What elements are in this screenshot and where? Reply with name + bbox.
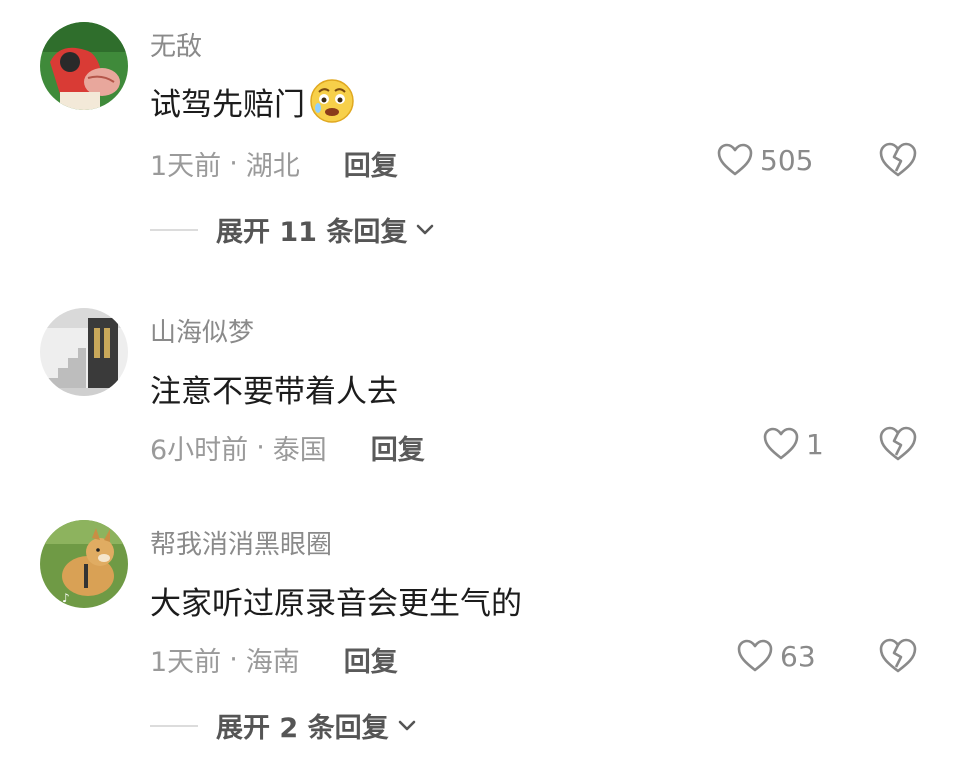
like-count: 63 xyxy=(780,639,816,673)
avatar-image: ♪ xyxy=(40,520,128,608)
reply-button[interactable]: 回复 xyxy=(344,640,398,679)
like-button[interactable]: 1 xyxy=(762,426,824,462)
broken-heart-icon[interactable] xyxy=(878,425,918,463)
heart-outline-icon xyxy=(737,639,773,672)
reply-button[interactable]: 回复 xyxy=(371,428,425,467)
chevron-down-icon xyxy=(398,720,415,730)
avatar[interactable]: ♪ xyxy=(40,520,128,608)
broken-heart-icon[interactable] xyxy=(878,637,918,675)
comment-location: 泰国 xyxy=(272,435,327,466)
expand-replies-button[interactable]: 展开 2 条回复 xyxy=(150,706,417,745)
comment-time: 1天前 xyxy=(150,647,222,678)
comment-meta: 6小时前 · 泰国 回复 xyxy=(150,428,425,467)
expand-replies-button[interactable]: 展开 11 条回复 xyxy=(150,210,435,249)
avatar[interactable] xyxy=(40,22,128,110)
avatar-image xyxy=(40,308,128,396)
comment-location: 海南 xyxy=(245,647,300,678)
avatar[interactable] xyxy=(40,308,128,396)
expand-replies-label: 展开 2 条回复 xyxy=(216,713,389,744)
comment-text-body: 大家听过原录音会更生气的 xyxy=(150,586,522,622)
comment-location: 湖北 xyxy=(245,151,300,182)
anxious-face-emoji xyxy=(310,79,354,123)
comment-text: 试驾先赔门 xyxy=(150,78,355,124)
avatar-image xyxy=(40,22,128,110)
comment-time: 6小时前 xyxy=(150,435,249,466)
heart-outline-icon xyxy=(763,427,799,460)
comment-text: 注意不要带着人去 xyxy=(150,366,398,411)
svg-text:♪: ♪ xyxy=(62,591,70,605)
comment-text: 大家听过原录音会更生气的 xyxy=(150,578,522,623)
broken-heart-icon[interactable] xyxy=(878,141,918,179)
chevron-down-icon xyxy=(417,224,434,234)
like-count: 505 xyxy=(760,143,814,177)
expand-divider xyxy=(150,724,198,727)
username[interactable]: 无敌 xyxy=(150,26,202,63)
like-button[interactable]: 505 xyxy=(716,142,813,178)
expand-divider xyxy=(150,228,198,231)
reply-button[interactable]: 回复 xyxy=(344,144,398,183)
heart-outline-icon xyxy=(717,143,753,176)
expand-replies-label: 展开 11 条回复 xyxy=(216,217,408,248)
username[interactable]: 山海似梦 xyxy=(150,312,254,349)
meta-separator: · xyxy=(256,432,265,463)
comment-time: 1天前 xyxy=(150,151,222,182)
meta-separator: · xyxy=(229,644,238,675)
like-button[interactable]: 63 xyxy=(736,638,816,674)
like-count: 1 xyxy=(806,427,824,461)
comment-text-body: 试驾先赔门 xyxy=(150,86,305,123)
comment-meta: 1天前 · 海南 回复 xyxy=(150,640,398,679)
comment-text-body: 注意不要带着人去 xyxy=(150,374,398,410)
meta-separator: · xyxy=(229,148,238,179)
username[interactable]: 帮我消消黑眼圈 xyxy=(150,524,332,561)
comment-meta: 1天前 · 湖北 回复 xyxy=(150,144,398,183)
